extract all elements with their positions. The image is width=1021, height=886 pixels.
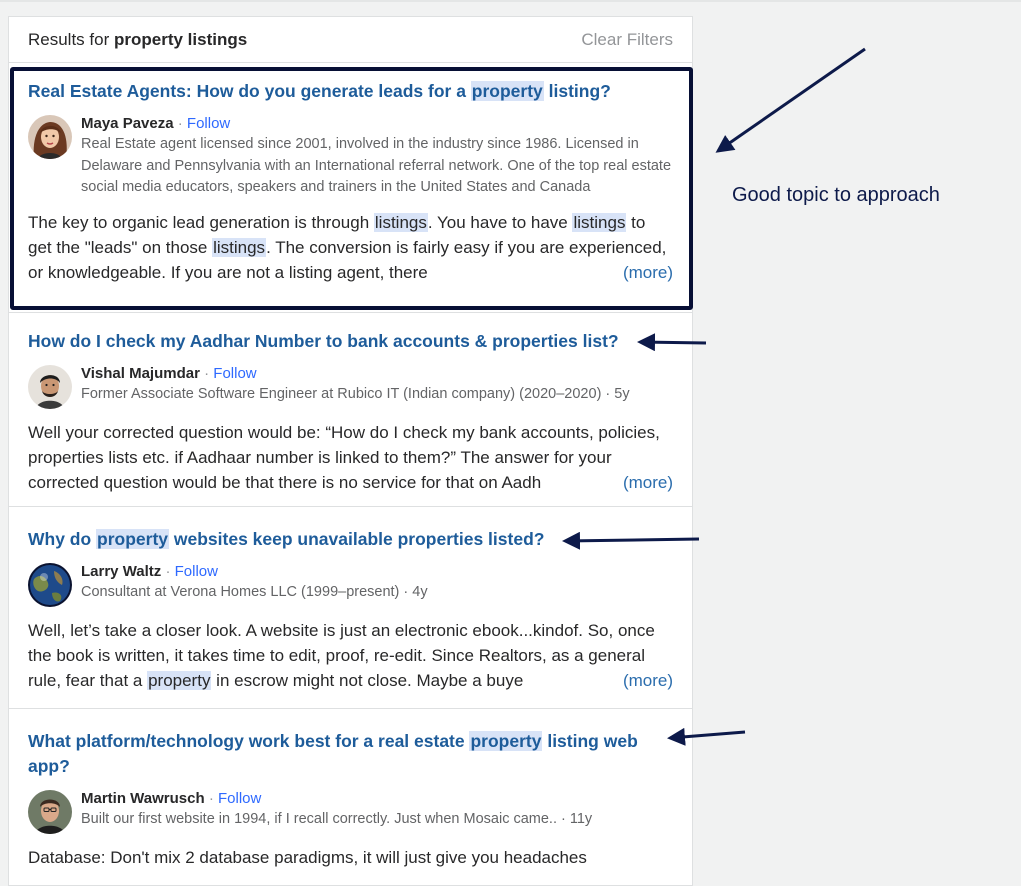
arrow-icon [637,333,707,352]
annotation-arrows [562,47,866,746]
arrow-icon [667,727,746,746]
arrow-icon [562,531,700,550]
arrow-icon [715,47,866,153]
